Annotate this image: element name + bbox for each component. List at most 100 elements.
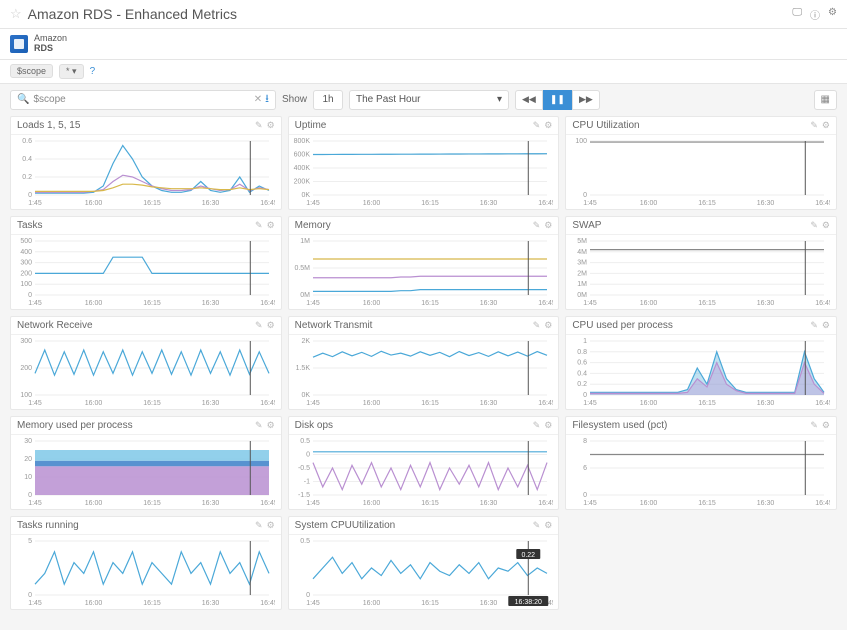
edit-chart-icon[interactable]: ✎: [255, 220, 263, 231]
edit-chart-icon[interactable]: ✎: [533, 520, 541, 531]
chart-plot[interactable]: 051:4516:0016:1516:3016:45: [13, 537, 275, 607]
chart-plot[interactable]: -1.5-1-0.500.51:4516:0016:1516:3016:45: [291, 437, 553, 507]
svg-text:20: 20: [24, 456, 32, 463]
svg-text:0.5: 0.5: [300, 538, 310, 545]
search-box[interactable]: 🔍 ✕ ⭳: [10, 90, 276, 110]
svg-text:16:30: 16:30: [202, 500, 220, 507]
favorite-star-icon[interactable]: ☆: [10, 6, 22, 22]
svg-text:0.6: 0.6: [578, 359, 588, 366]
chart-plot[interactable]: 01002003004005001:4516:0016:1516:3016:45: [13, 237, 275, 307]
chart-title: CPU used per process: [572, 320, 673, 331]
edit-chart-icon[interactable]: ✎: [533, 220, 541, 231]
chart-title: Network Receive: [17, 320, 93, 331]
edit-chart-icon[interactable]: ✎: [810, 420, 818, 431]
edit-chart-icon[interactable]: ✎: [255, 120, 263, 131]
svg-text:0: 0: [583, 192, 587, 199]
chart-settings-icon[interactable]: ⚙: [822, 120, 830, 131]
chart-plot[interactable]: 00.20.40.61:4516:0016:1516:3016:45: [13, 137, 275, 207]
chart-card: Memory used per process✎⚙01020301:4516:0…: [10, 416, 282, 510]
save-search-icon[interactable]: ⭳: [265, 90, 269, 109]
svg-text:16:45: 16:45: [260, 300, 275, 307]
svg-text:1:45: 1:45: [28, 200, 42, 207]
time-back-button[interactable]: ◀◀: [515, 90, 543, 110]
tv-mode-icon[interactable]: 🖵: [792, 7, 802, 22]
edit-chart-icon[interactable]: ✎: [255, 420, 263, 431]
edit-chart-icon[interactable]: ✎: [533, 320, 541, 331]
search-input[interactable]: [33, 94, 251, 105]
edit-chart-icon[interactable]: ✎: [255, 520, 263, 531]
time-pause-button[interactable]: ❚❚: [543, 90, 572, 110]
svg-text:100: 100: [20, 281, 32, 288]
svg-text:16:45: 16:45: [816, 500, 831, 507]
edit-chart-icon[interactable]: ✎: [255, 320, 263, 331]
help-icon[interactable]: ?: [90, 66, 96, 77]
chart-title: CPU Utilization: [572, 120, 639, 131]
svg-text:200K: 200K: [293, 178, 310, 185]
svg-text:16:45: 16:45: [260, 200, 275, 207]
chart-plot[interactable]: 00.20.40.60.811:4516:0016:1516:3016:45: [568, 337, 830, 407]
time-nav-buttons: ◀◀ ❚❚ ▶▶: [515, 90, 600, 110]
chart-plot[interactable]: 0M0.5M1M1:4516:0016:1516:3016:45: [291, 237, 553, 307]
chart-settings-icon[interactable]: ⚙: [544, 420, 552, 431]
chart-plot[interactable]: 0K1.5K2K1:4516:0016:1516:3016:45: [291, 337, 553, 407]
clear-search-icon[interactable]: ✕: [254, 94, 262, 105]
rds-service-icon: [10, 35, 28, 53]
settings-gear-icon[interactable]: ⚙: [828, 7, 837, 22]
chart-plot[interactable]: 00.51:4516:0016:1516:3016:450.2216:38:20: [291, 537, 553, 607]
chart-settings-icon[interactable]: ⚙: [267, 320, 275, 331]
range-long-select[interactable]: The Past Hour▾: [349, 90, 509, 110]
svg-text:16:00: 16:00: [640, 300, 658, 307]
edit-chart-icon[interactable]: ✎: [810, 120, 818, 131]
chart-settings-icon[interactable]: ⚙: [822, 420, 830, 431]
svg-text:16:30: 16:30: [202, 300, 220, 307]
svg-text:16:15: 16:15: [699, 500, 717, 507]
scope-pill[interactable]: $scope: [10, 64, 53, 78]
info-icon[interactable]: ⓘ: [810, 7, 820, 22]
svg-text:0.4: 0.4: [22, 156, 32, 163]
scope-dropdown[interactable]: * ▾: [59, 64, 84, 79]
range-short-select[interactable]: 1h: [313, 90, 343, 110]
svg-text:16:00: 16:00: [640, 500, 658, 507]
svg-text:16:00: 16:00: [85, 200, 103, 207]
chart-settings-icon[interactable]: ⚙: [267, 420, 275, 431]
svg-text:1:45: 1:45: [584, 500, 598, 507]
chart-settings-icon[interactable]: ⚙: [267, 220, 275, 231]
chart-plot[interactable]: 01020301:4516:0016:1516:3016:45: [13, 437, 275, 507]
chart-settings-icon[interactable]: ⚙: [544, 520, 552, 531]
svg-text:1:45: 1:45: [584, 200, 598, 207]
chart-settings-icon[interactable]: ⚙: [822, 220, 830, 231]
chart-plot[interactable]: 0681:4516:0016:1516:3016:45: [568, 437, 830, 507]
svg-text:6: 6: [583, 465, 587, 472]
edit-chart-icon[interactable]: ✎: [533, 420, 541, 431]
edit-chart-icon[interactable]: ✎: [810, 320, 818, 331]
chart-settings-icon[interactable]: ⚙: [822, 320, 830, 331]
svg-text:0: 0: [583, 392, 587, 399]
svg-text:1:45: 1:45: [28, 500, 42, 507]
svg-text:1:45: 1:45: [306, 600, 320, 607]
chart-settings-icon[interactable]: ⚙: [267, 520, 275, 531]
chart-plot[interactable]: 0M1M2M3M4M5M1:4516:0016:1516:3016:45: [568, 237, 830, 307]
svg-text:800K: 800K: [293, 138, 310, 145]
svg-text:16:00: 16:00: [85, 600, 103, 607]
chart-settings-icon[interactable]: ⚙: [544, 120, 552, 131]
svg-text:1:45: 1:45: [28, 600, 42, 607]
svg-text:16:45: 16:45: [538, 300, 553, 307]
svg-text:16:15: 16:15: [421, 300, 439, 307]
svg-text:16:45: 16:45: [260, 600, 275, 607]
svg-text:0.5: 0.5: [300, 438, 310, 445]
edit-chart-icon[interactable]: ✎: [533, 120, 541, 131]
svg-text:1M: 1M: [578, 281, 588, 288]
chart-card: Filesystem used (pct)✎⚙0681:4516:0016:15…: [565, 416, 837, 510]
chart-plot[interactable]: 1002003001:4516:0016:1516:3016:45: [13, 337, 275, 407]
time-forward-button[interactable]: ▶▶: [572, 90, 600, 110]
chart-card: Tasks✎⚙01002003004005001:4516:0016:1516:…: [10, 216, 282, 310]
chart-plot[interactable]: 01001:4516:0016:1516:3016:45: [568, 137, 830, 207]
chart-settings-icon[interactable]: ⚙: [544, 320, 552, 331]
chart-settings-icon[interactable]: ⚙: [544, 220, 552, 231]
edit-chart-icon[interactable]: ✎: [810, 220, 818, 231]
layout-toggle-icon[interactable]: ▦: [814, 90, 837, 110]
svg-text:1:45: 1:45: [584, 400, 598, 407]
chart-plot[interactable]: 0K200K400K600K800K1:4516:0016:1516:3016:…: [291, 137, 553, 207]
chart-settings-icon[interactable]: ⚙: [267, 120, 275, 131]
svg-text:16:00: 16:00: [85, 300, 103, 307]
